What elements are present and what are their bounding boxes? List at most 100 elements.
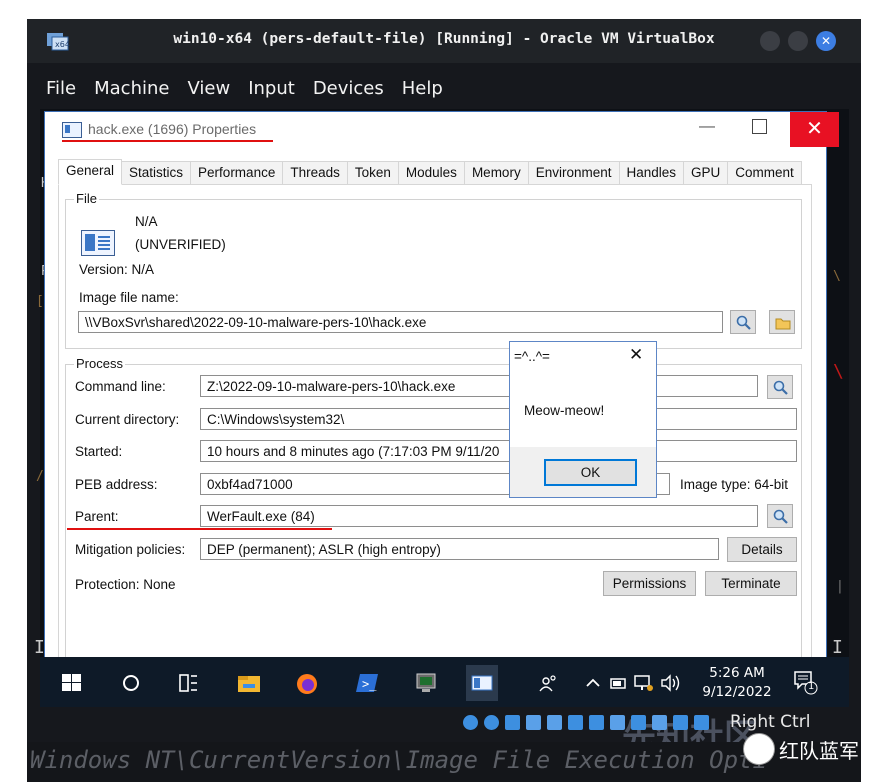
tab-gpu[interactable]: GPU: [684, 161, 729, 185]
menu-bar: File Machine View Input Devices Help: [27, 75, 861, 107]
hard-disk-icon[interactable]: [463, 715, 478, 730]
current-directory-field[interactable]: C:\Windows\system32\: [200, 408, 797, 430]
volume-icon[interactable]: [660, 673, 682, 693]
file-version: Version: N/A: [79, 262, 155, 277]
menu-input[interactable]: Input: [229, 75, 304, 107]
task-view-icon[interactable]: [177, 673, 199, 693]
tab-general[interactable]: General: [58, 159, 123, 185]
tab-performance[interactable]: Performance: [191, 161, 284, 185]
menu-help[interactable]: Help: [383, 75, 452, 107]
mitigation-policies-field[interactable]: DEP (permanent); ASLR (high entropy): [200, 538, 719, 560]
bg-glyph: [: [36, 294, 44, 309]
tab-token[interactable]: Token: [347, 161, 399, 185]
network-icon[interactable]: [633, 673, 655, 693]
menu-devices[interactable]: Devices: [294, 75, 393, 107]
maximize-button[interactable]: [788, 31, 808, 51]
properties-dialog: hack.exe (1696) Properties — ✕ General S…: [44, 111, 839, 665]
tab-strip: General Statistics Performance Threads T…: [58, 159, 802, 185]
protection: Protection: None: [75, 577, 176, 592]
started-field[interactable]: 10 hours and 8 minutes ago (7:17:03 PM 9…: [200, 440, 797, 462]
close-icon[interactable]: ✕: [629, 345, 643, 365]
started-label: Started:: [75, 444, 123, 459]
image-file-name-field[interactable]: \\VBoxSvr\shared\2022-09-10-malware-pers…: [78, 311, 723, 333]
bg-glyph: \: [833, 361, 844, 382]
host-key-icon[interactable]: [694, 715, 709, 730]
general-panel: File N/A (UNVERIFIED) Version: N/A Image…: [58, 184, 812, 665]
process-group-label: Process: [74, 356, 125, 371]
battery-icon[interactable]: [609, 673, 631, 693]
inspect-command-button[interactable]: [767, 375, 793, 399]
tab-modules[interactable]: Modules: [398, 161, 465, 185]
file-explorer-icon[interactable]: [237, 673, 260, 693]
tab-environment[interactable]: Environment: [528, 161, 620, 185]
audio-icon[interactable]: [505, 715, 520, 730]
parent-annotation-underline: [67, 528, 332, 530]
inspect-parent-button[interactable]: [767, 504, 793, 528]
inspect-file-button[interactable]: [730, 310, 756, 334]
process-monitor-icon[interactable]: [415, 673, 437, 693]
network-adapter-icon[interactable]: [526, 715, 541, 730]
image-file-name-label: Image file name:: [79, 290, 179, 305]
message-text: Meow-meow!: [524, 403, 605, 418]
tab-statistics[interactable]: Statistics: [122, 161, 192, 185]
watermark-logo: [743, 733, 775, 765]
usb-icon[interactable]: [547, 715, 562, 730]
dialog-title: hack.exe (1696) Properties: [88, 121, 257, 137]
firefox-icon[interactable]: [296, 673, 318, 694]
powershell-icon[interactable]: >_: [356, 673, 378, 693]
command-line-label: Command line:: [75, 379, 166, 394]
open-folder-button[interactable]: [769, 310, 795, 334]
menu-machine[interactable]: Machine: [75, 75, 178, 107]
optical-drive-icon[interactable]: [484, 715, 499, 730]
action-center-icon[interactable]: 1: [792, 669, 818, 695]
tab-comment[interactable]: Comment: [728, 161, 802, 185]
parent-label: Parent:: [75, 509, 119, 524]
tab-handles[interactable]: Handles: [619, 161, 685, 185]
title-bar: x64 win10-x64 (pers-default-file) [Runni…: [27, 19, 861, 63]
clock-date: 9/12/2022: [702, 684, 772, 700]
file-icon: [81, 230, 115, 256]
display-icon[interactable]: [589, 715, 604, 730]
video-capture-icon[interactable]: [610, 715, 625, 730]
file-verification: (UNVERIFIED): [135, 237, 226, 252]
search-icon: [773, 509, 788, 524]
cpu-icon[interactable]: [631, 715, 646, 730]
clock[interactable]: 5:26 AM 9/12/2022: [702, 664, 772, 702]
image-type: Image type: 64-bit: [680, 477, 789, 492]
minimize-button[interactable]: [760, 31, 780, 51]
peb-address-label: PEB address:: [75, 477, 158, 492]
close-icon[interactable]: ✕: [790, 112, 839, 147]
tab-threads[interactable]: Threads: [283, 161, 348, 185]
parent-field[interactable]: WerFault.exe (84): [200, 505, 758, 527]
virtualbox-window: x64 win10-x64 (pers-default-file) [Runni…: [27, 19, 861, 782]
bg-glyph: |: [836, 579, 844, 594]
windows-start-icon[interactable]: [61, 673, 83, 693]
process-hacker-task[interactable]: [466, 665, 498, 701]
title-annotation-underline: [62, 140, 273, 142]
notification-count: 1: [808, 681, 815, 692]
svg-text:>_: >_: [362, 677, 377, 691]
window-title: win10-x64 (pers-default-file) [Running] …: [173, 31, 715, 47]
terminate-button[interactable]: Terminate: [705, 571, 797, 596]
watermark-text: 红队蓝军: [779, 739, 859, 763]
clock-time: 5:26 AM: [709, 665, 765, 681]
command-line-field[interactable]: Z:\2022-09-10-malware-pers-10\hack.exe: [200, 375, 758, 397]
file-group-label: File: [74, 191, 99, 206]
search-icon[interactable]: [120, 673, 142, 693]
message-box: =^..^= ✕ Meow-meow! OK: [509, 341, 657, 498]
bg-glyph: I: [832, 637, 843, 658]
people-icon[interactable]: [538, 673, 560, 693]
search-icon: [773, 380, 788, 395]
chevron-up-icon[interactable]: [584, 673, 606, 693]
maximize-icon[interactable]: [752, 119, 767, 134]
permissions-button[interactable]: Permissions: [603, 571, 696, 596]
mouse-integration-icon[interactable]: [652, 715, 667, 730]
tab-memory[interactable]: Memory: [464, 161, 529, 185]
keyboard-icon[interactable]: [673, 715, 688, 730]
shared-folders-icon[interactable]: [568, 715, 583, 730]
close-icon[interactable]: ✕: [816, 31, 836, 51]
details-button[interactable]: Details: [727, 537, 797, 562]
search-icon: [736, 315, 751, 330]
ok-button[interactable]: OK: [544, 459, 637, 486]
minimize-icon[interactable]: —: [697, 118, 717, 136]
